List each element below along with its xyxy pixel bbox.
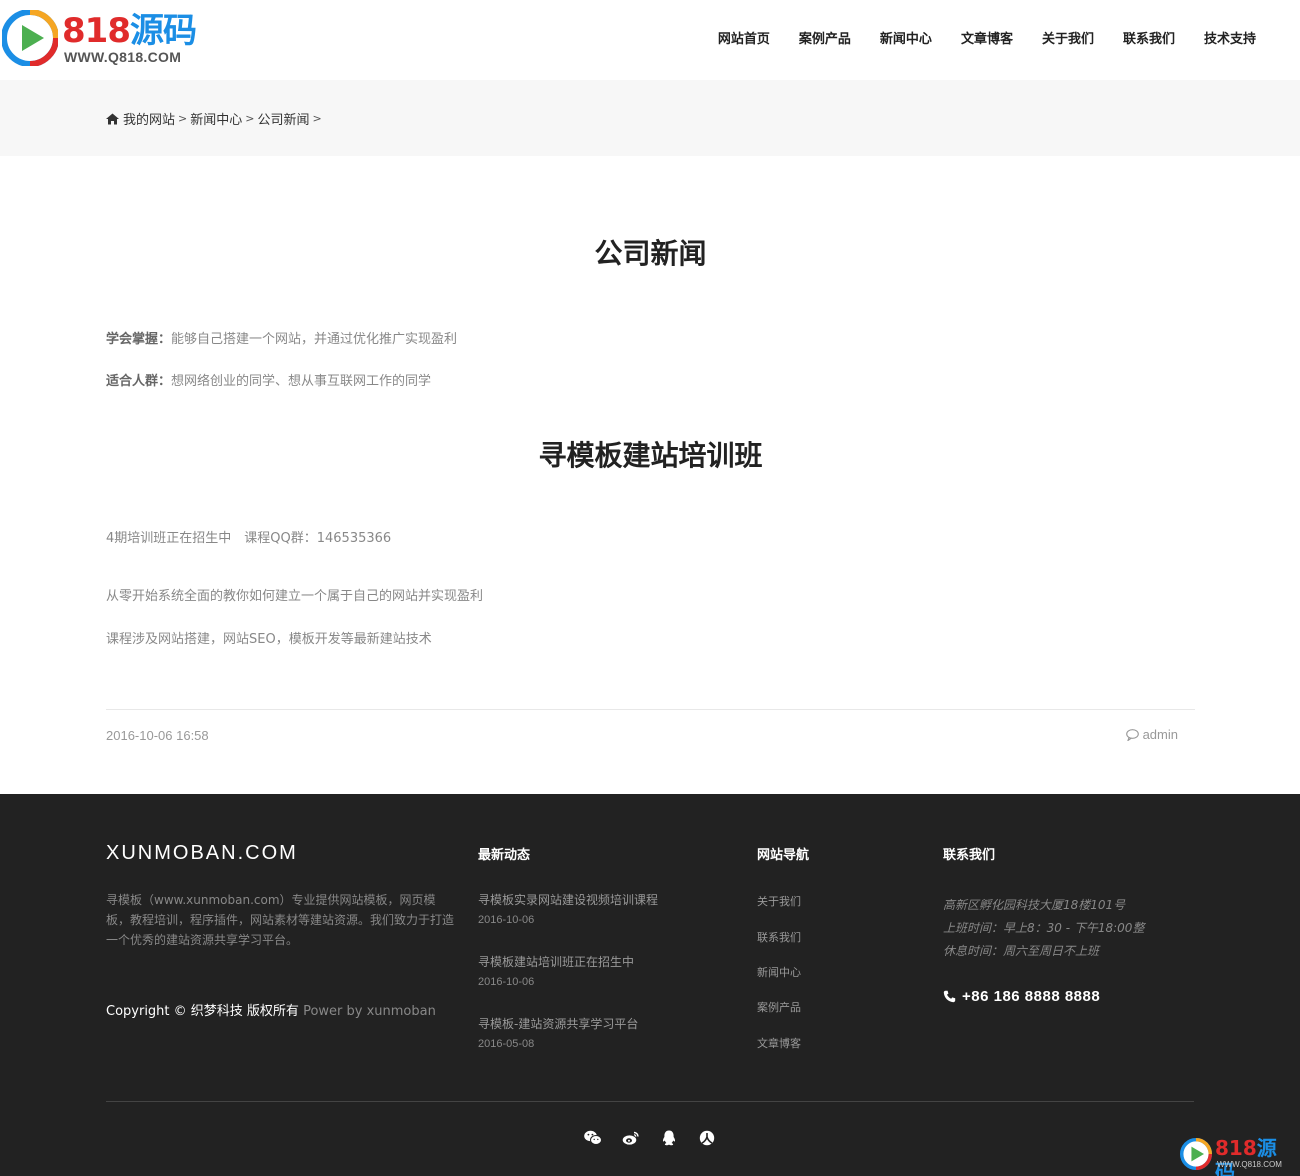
qq-icon[interactable] [660, 1130, 678, 1146]
nav-blog[interactable]: 文章博客 [961, 30, 1013, 50]
logo-play-icon [1180, 1138, 1212, 1170]
site-header: 818源码 WWW.Q818.COM 网站首页 案例产品 新闻中心 文章博客 关… [0, 0, 1300, 80]
article-paragraph: 课程涉及网站搭建，网站SEO，模板开发等最新建站技术 [106, 632, 432, 647]
renren-icon[interactable] [698, 1130, 716, 1146]
breadcrumb-separator: > [312, 112, 322, 125]
social-links [584, 1130, 736, 1146]
breadcrumb: 我的网站 > 新闻中心 > 公司新闻 > [106, 109, 325, 128]
footer-news-item[interactable]: 寻模板实录网站建设视频培训课程 2016-10-06 [478, 891, 658, 926]
footer-news-heading: 最新动态 [478, 848, 531, 863]
footer-nav-contact[interactable]: 联系我们 [757, 929, 801, 945]
article-line-learn: 学会掌握：能够自己搭建一个网站，并通过优化推广实现盈利 [106, 332, 458, 347]
logo-play-icon [2, 10, 58, 66]
footer-nav-about[interactable]: 关于我们 [757, 893, 801, 909]
breadcrumb-separator: > [178, 112, 188, 125]
footer-phone[interactable]: +86 186 8888 8888 [943, 988, 1100, 1005]
site-logo[interactable]: 818源码 WWW.Q818.COM [0, 8, 200, 70]
nav-contact[interactable]: 联系我们 [1123, 30, 1175, 50]
breadcrumb-separator: > [245, 112, 255, 125]
breadcrumb-home[interactable]: 我的网站 [123, 109, 175, 128]
nav-cases[interactable]: 案例产品 [799, 30, 851, 50]
footer-copyright: Copyright © 织梦科技 版权所有 Power by xunmoban [106, 1004, 436, 1019]
watermark-text: 818源码 [1215, 1136, 1277, 1176]
phone-icon [943, 990, 956, 1003]
nav-home[interactable]: 网站首页 [718, 30, 770, 50]
weibo-icon[interactable] [622, 1130, 640, 1146]
article-paragraph: 从零开始系统全面的教你如何建立一个属于自己的网站并实现盈利 [106, 589, 484, 604]
footer-address: 高新区孵化园科技大厦18楼101号 [943, 898, 1126, 912]
article-divider [106, 709, 1195, 710]
nav-about[interactable]: 关于我们 [1042, 30, 1094, 50]
footer-news-item[interactable]: 寻模板-建站资源共享学习平台 2016-05-08 [478, 1015, 638, 1050]
nav-news[interactable]: 新闻中心 [880, 30, 932, 50]
footer-rest: 休息时间：周六至周日不上班 [943, 944, 1100, 958]
article-paragraph: 4期培训班正在招生中 课程QQ群：146535366 [106, 531, 392, 546]
footer-nav-blog[interactable]: 文章博客 [757, 1035, 801, 1051]
home-icon [106, 113, 119, 124]
footer-brand: XUNMOBAN.COM [106, 842, 298, 864]
footer-description: 寻模板（www.xunmoban.com）专业提供网站模板，网页模板，教程培训，… [106, 893, 455, 947]
footer-nav-news[interactable]: 新闻中心 [757, 964, 801, 980]
article-subtitle: 寻模板建站培训班 [538, 439, 763, 472]
watermark-logo: 818源码 WWW.Q818.COM [1180, 1136, 1294, 1176]
logo-url: WWW.Q818.COM [64, 49, 182, 65]
breadcrumb-news[interactable]: 新闻中心 [190, 109, 242, 128]
footer-contact-heading: 联系我们 [943, 848, 996, 863]
breadcrumb-band: 我的网站 > 新闻中心 > 公司新闻 > [0, 80, 1300, 156]
comment-icon [1125, 728, 1139, 741]
footer-news-item[interactable]: 寻模板建站培训班正在招生中 2016-10-06 [478, 953, 634, 988]
logo-text: 818源码 [62, 11, 197, 51]
footer-divider [106, 1101, 1194, 1102]
nav-support[interactable]: 技术支持 [1204, 30, 1256, 50]
article-date: 2016-10-06 16:58 [106, 728, 209, 743]
footer-nav-cases[interactable]: 案例产品 [757, 999, 801, 1015]
wechat-icon[interactable] [584, 1130, 602, 1146]
article-line-audience: 适合人群：想网络创业的同学、想从事互联网工作的同学 [106, 374, 432, 389]
footer-hours: 上班时间：早上8：30 - 下午18:00整 [943, 921, 1145, 935]
breadcrumb-company-news[interactable]: 公司新闻 [257, 109, 309, 128]
site-footer: XUNMOBAN.COM 寻模板（www.xunmoban.com）专业提供网站… [0, 794, 1300, 1176]
article-title: 公司新闻 [594, 237, 707, 270]
footer-nav-heading: 网站导航 [757, 848, 810, 863]
watermark-url: WWW.Q818.COM [1217, 1160, 1282, 1169]
article-author[interactable]: admin [1125, 727, 1178, 742]
main-nav: 网站首页 案例产品 新闻中心 文章博客 关于我们 联系我们 技术支持 [689, 30, 1256, 50]
